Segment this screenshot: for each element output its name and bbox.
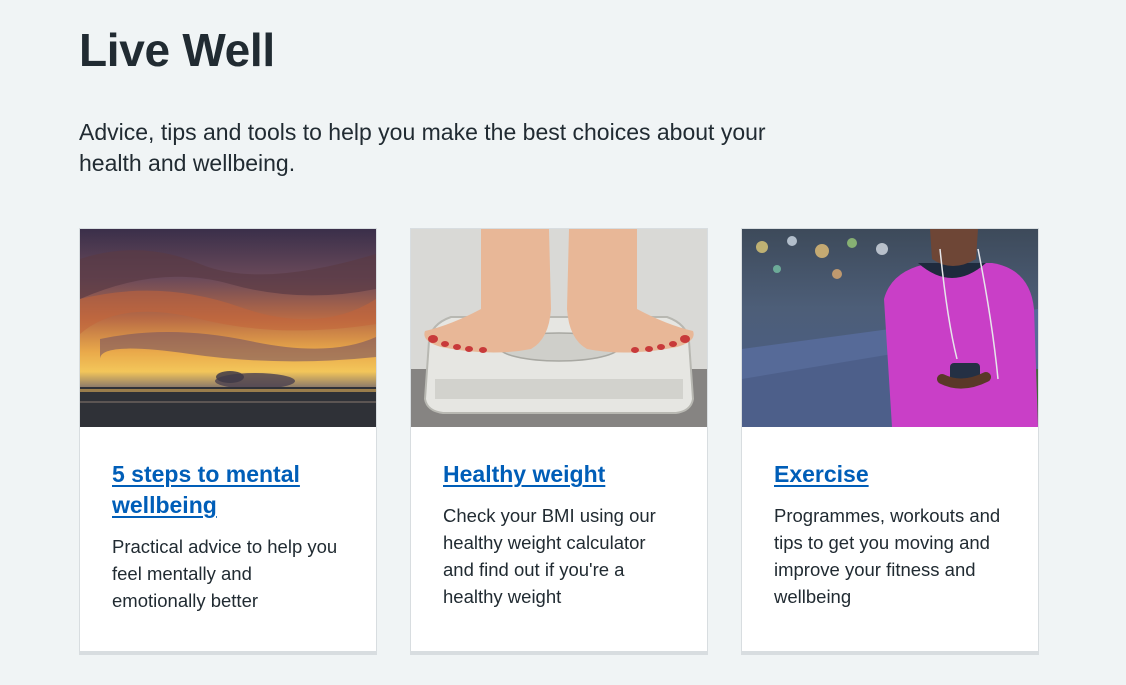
card-description: Check your BMI using our healthy weight … xyxy=(443,505,656,607)
card-link-mental-wellbeing[interactable]: 5 steps to mental wellbeing xyxy=(112,459,344,521)
card-exercise[interactable]: Exercise Programmes, workouts and tips t… xyxy=(741,228,1039,655)
card-link-exercise[interactable]: Exercise xyxy=(774,459,1006,490)
card-group: 5 steps to mental wellbeing Practical ad… xyxy=(79,228,1039,655)
scale-feet-image xyxy=(411,229,707,427)
card-link-healthy-weight[interactable]: Healthy weight xyxy=(443,459,675,490)
page-lede: Advice, tips and tools to help you make … xyxy=(79,119,766,176)
runner-image xyxy=(742,229,1038,427)
card-mental-wellbeing[interactable]: 5 steps to mental wellbeing Practical ad… xyxy=(79,228,377,655)
card-description: Practical advice to help you feel mental… xyxy=(112,536,338,611)
card-healthy-weight[interactable]: Healthy weight Check your BMI using our … xyxy=(410,228,708,655)
sunset-image xyxy=(80,229,376,427)
card-description: Programmes, workouts and tips to get you… xyxy=(774,505,1001,607)
page-title: Live Well xyxy=(79,24,275,76)
